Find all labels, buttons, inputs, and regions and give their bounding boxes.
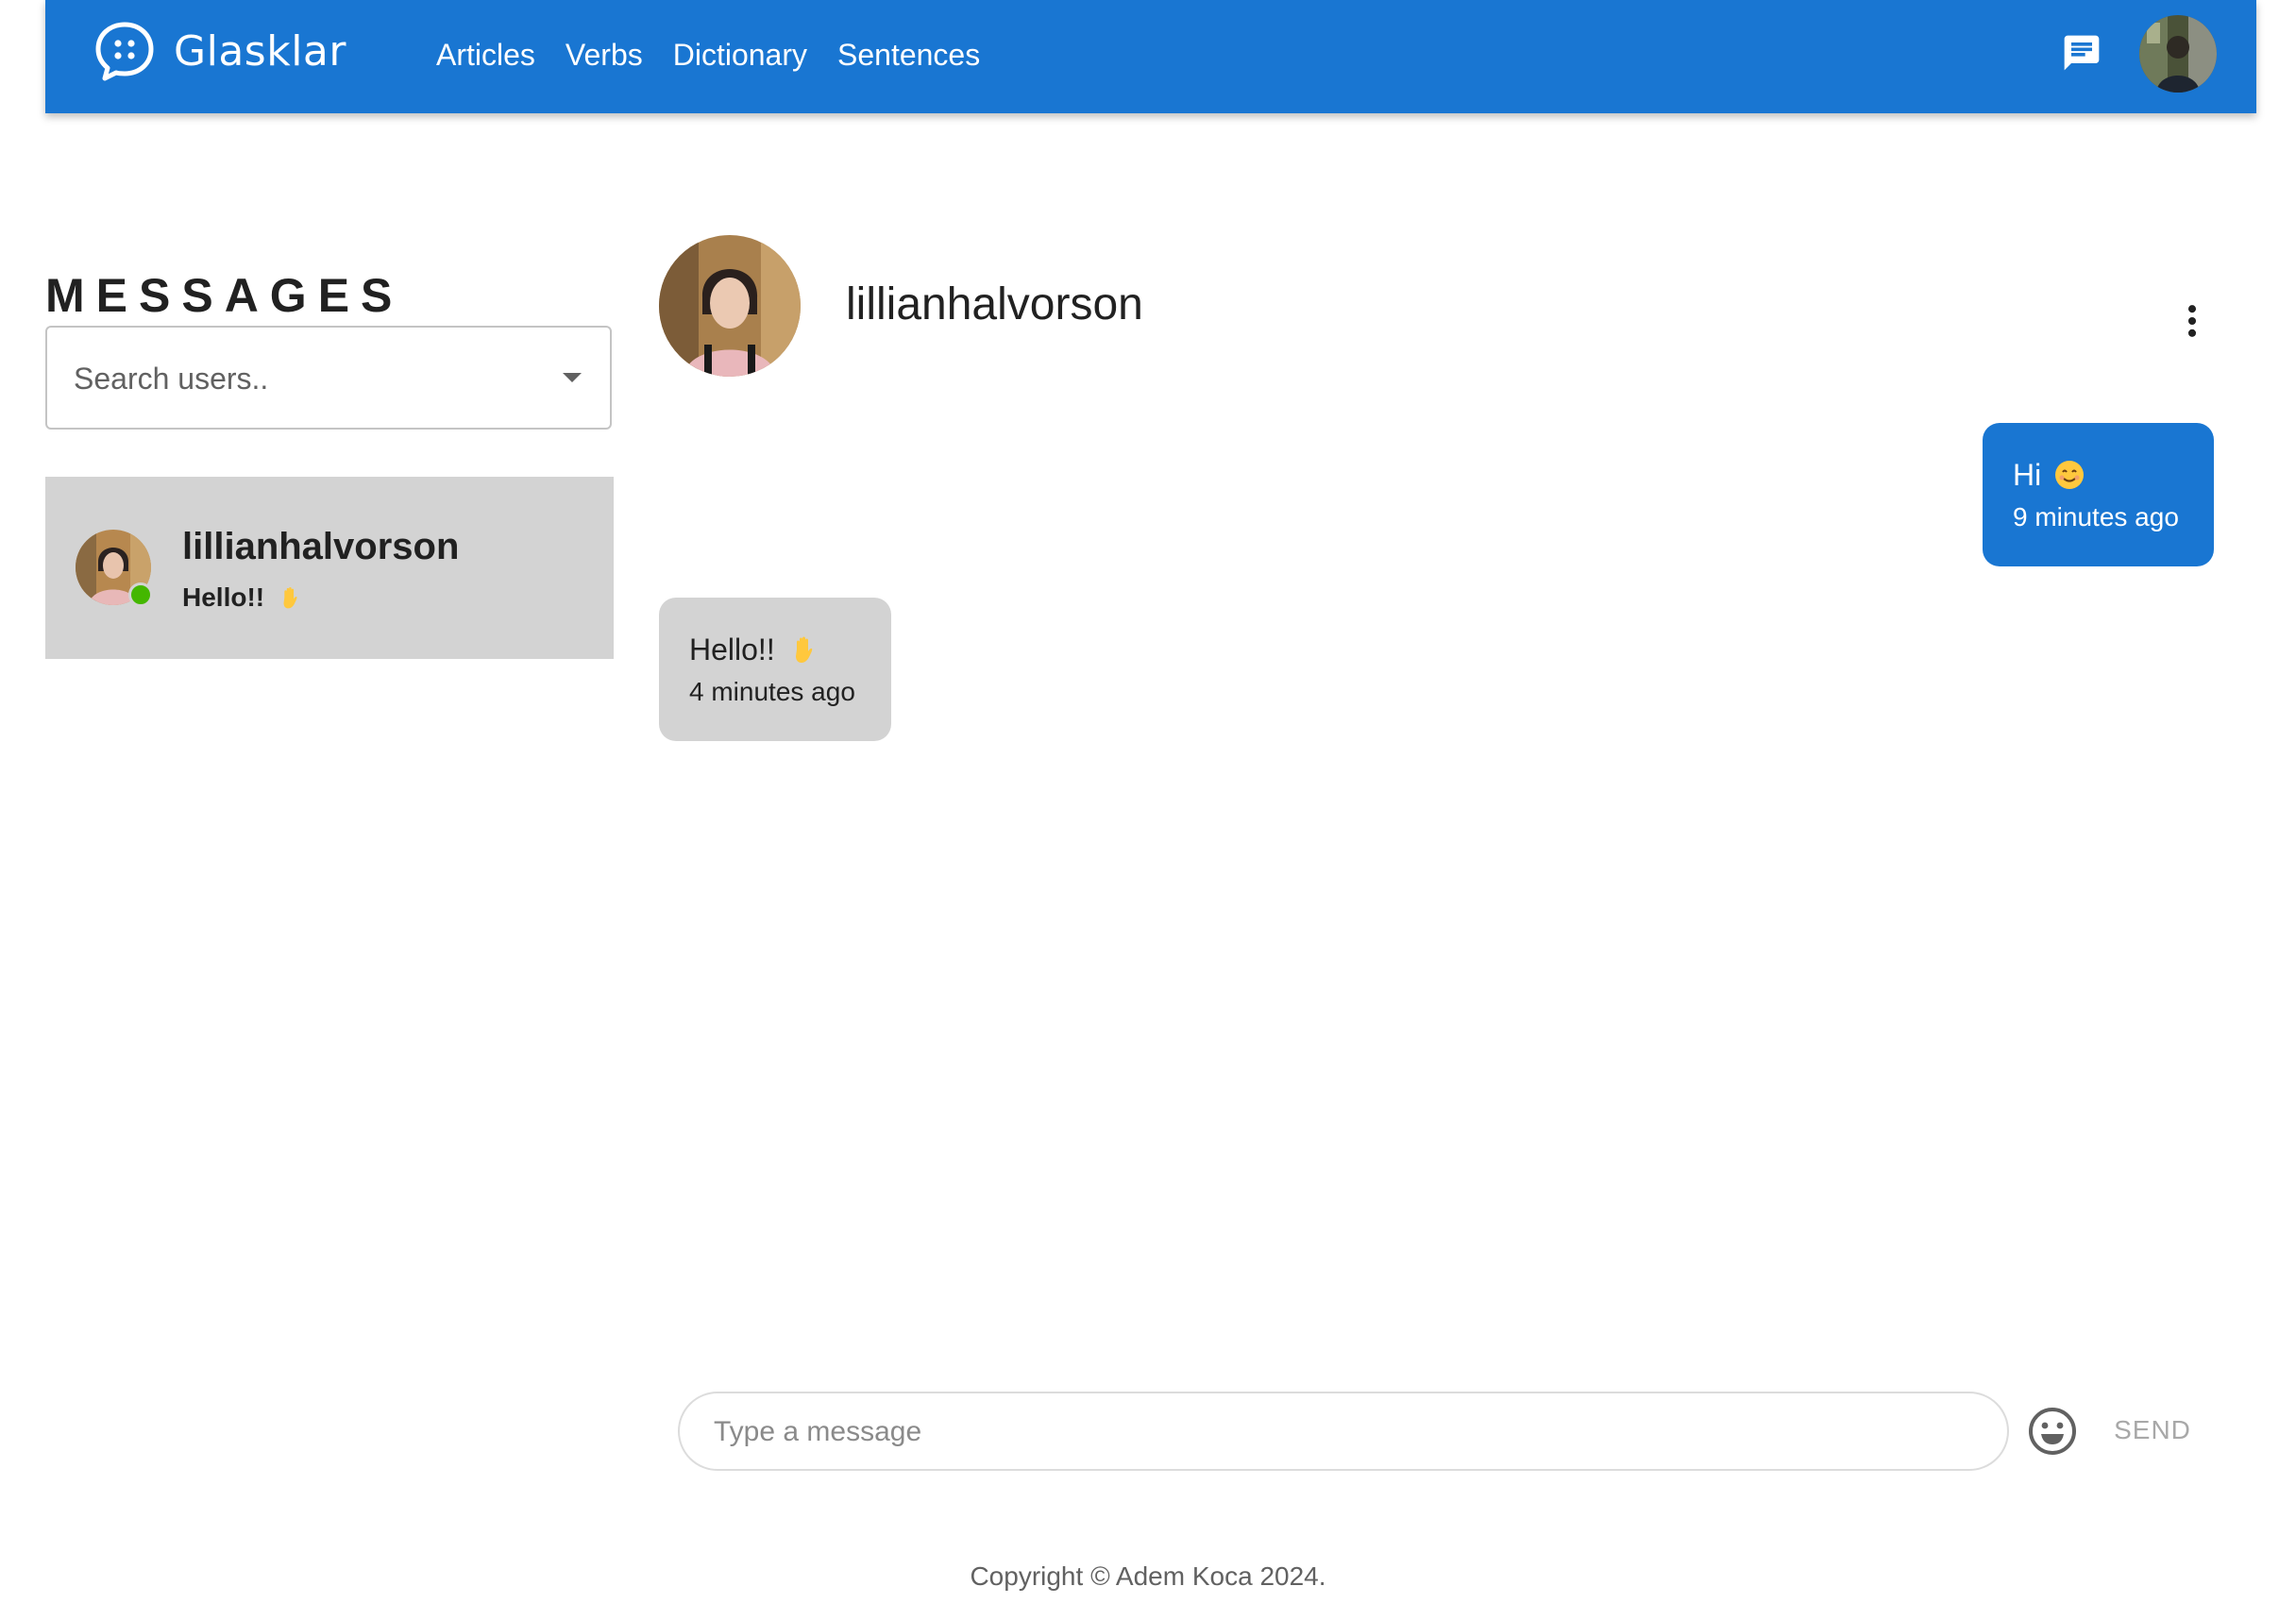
nav-verbs[interactable]: Verbs <box>566 38 643 73</box>
user-search[interactable] <box>45 326 612 430</box>
message-body: Hi <box>2013 457 2042 492</box>
footer-copyright: Copyright © Adem Koca 2024. <box>970 1561 1326 1591</box>
smiley-icon[interactable] <box>2026 1405 2079 1458</box>
message-text: Hi <box>2013 451 2184 498</box>
raised-hand-emoji-icon <box>795 636 812 663</box>
nav-dictionary[interactable]: Dictionary <box>673 38 807 73</box>
app-bar: Glasklar Articles Verbs Dictionary Sente… <box>45 0 2256 113</box>
user-avatar[interactable] <box>2139 15 2217 93</box>
main-nav: Articles Verbs Dictionary Sentences <box>436 38 980 73</box>
nav-articles[interactable]: Articles <box>436 38 535 73</box>
user-avatar-image <box>2139 15 2217 93</box>
brand-logo[interactable]: Glasklar <box>93 19 346 83</box>
conversation-preview: Hello!! <box>182 582 302 613</box>
raised-hand-emoji-icon <box>283 587 297 609</box>
message-text: Hello!! <box>689 626 861 673</box>
messages-heading: MESSAGES <box>45 268 404 322</box>
chat-partner-avatar <box>659 235 801 377</box>
message-timestamp: 9 minutes ago <box>2013 502 2179 532</box>
message-body: Hello!! <box>689 632 775 667</box>
nav-sentences[interactable]: Sentences <box>837 38 980 73</box>
message-icon[interactable] <box>2060 32 2103 74</box>
chat-partner-username: lillianhalvorson <box>846 279 1143 329</box>
conversation-username: lillianhalvorson <box>182 526 460 567</box>
conversation-item[interactable]: lillianhalvorson Hello!! <box>45 477 614 659</box>
arrow-drop-down-icon[interactable] <box>563 373 582 382</box>
message-timestamp: 4 minutes ago <box>689 677 855 706</box>
online-status-badge <box>128 582 153 607</box>
outgoing-message: Hi 9 minutes ago <box>1983 423 2214 566</box>
search-input[interactable] <box>72 328 548 430</box>
conversation-preview-text: Hello!! <box>182 582 265 612</box>
brand-name: Glasklar <box>174 26 346 76</box>
send-button[interactable]: SEND <box>2096 1397 2209 1463</box>
more-vert-icon[interactable] <box>2171 300 2213 342</box>
smiling-face-emoji-icon <box>2055 461 2085 489</box>
incoming-message: Hello!! 4 minutes ago <box>659 598 891 741</box>
chat-bubble-dots-icon <box>95 22 154 81</box>
message-composer[interactable] <box>678 1392 2009 1471</box>
message-input[interactable] <box>712 1393 1971 1471</box>
